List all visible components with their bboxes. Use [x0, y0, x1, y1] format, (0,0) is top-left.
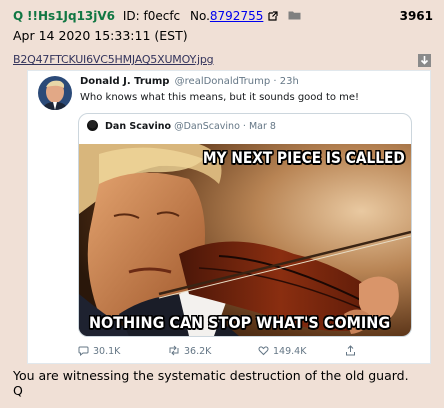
meme-top-caption: MY NEXT PIECE IS CALLED [203, 148, 405, 167]
post-signature: Q [13, 383, 23, 398]
tweet-handle-time: @realDonaldTrump · 23h [174, 76, 299, 87]
embedded-tweet-image[interactable]: Donald J. Trump @realDonaldTrump · 23h W… [27, 70, 431, 364]
post-number: No.8792755 [190, 9, 263, 23]
poster-name: Q [13, 9, 24, 23]
post-number-link[interactable]: 8792755 [210, 9, 263, 23]
reply-icon [78, 346, 89, 357]
meme-bottom-caption: NOTHING CAN STOP WHAT'S COMING [89, 313, 391, 332]
post-message: You are witnessing the systematic destru… [13, 368, 409, 398]
tweet-text: Who knows what this means, but it sounds… [80, 92, 360, 103]
heart-icon [258, 346, 269, 356]
retweet-count: 36.2K [184, 346, 212, 357]
avatar [38, 76, 72, 110]
post-message-line: You are witnessing the systematic destru… [13, 368, 409, 383]
folder-icon[interactable] [288, 9, 301, 20]
like-count: 149.4K [273, 346, 307, 357]
meme-image: MY NEXT PIECE IS CALLED NOTHING CAN STOP… [79, 144, 411, 336]
reply-action: 30.1K [78, 345, 120, 357]
poster-tripcode: !!Hs1Jq13jV6 [27, 9, 116, 23]
post-header: Q !!Hs1Jq13jV6 ID: f0ecfc No.8792755 396… [13, 9, 433, 27]
external-link-icon[interactable] [268, 10, 278, 21]
image-filename-link[interactable]: B2Q47FTCKUI6VC5HMJAQ5XUMOY.jpg [13, 53, 214, 66]
like-action: 149.4K [258, 345, 306, 357]
tweet-actions: 30.1K 36.2K 149.4K [78, 345, 398, 359]
post-number-label: No. [189, 9, 210, 23]
quote-handle-time: @DanScavino · Mar 8 [174, 121, 276, 132]
quote-display-name: Dan Scavino [105, 121, 172, 132]
retweet-action: 36.2K [168, 345, 211, 357]
tweet-author: Donald J. Trump @realDonaldTrump · 23h [80, 76, 299, 87]
share-action [345, 345, 360, 357]
tweet-display-name: Donald J. Trump [80, 76, 170, 87]
share-icon [346, 345, 355, 356]
quoted-tweet: Dan Scavino @DanScavino · Mar 8 MY NEXT … [78, 113, 412, 337]
quote-avatar [87, 120, 98, 131]
download-icon[interactable] [418, 52, 431, 67]
post-date: Apr 14 2020 15:33:11 (EST) [13, 28, 188, 43]
post-container: Q !!Hs1Jq13jV6 ID: f0ecfc No.8792755 396… [0, 0, 444, 408]
reply-count: 30.1K [93, 346, 121, 357]
post-index: 3961 [399, 9, 433, 23]
retweet-icon [169, 345, 179, 356]
quote-author: Dan Scavino @DanScavino · Mar 8 [87, 120, 276, 132]
poster-id: ID: f0ecfc [122, 9, 181, 23]
